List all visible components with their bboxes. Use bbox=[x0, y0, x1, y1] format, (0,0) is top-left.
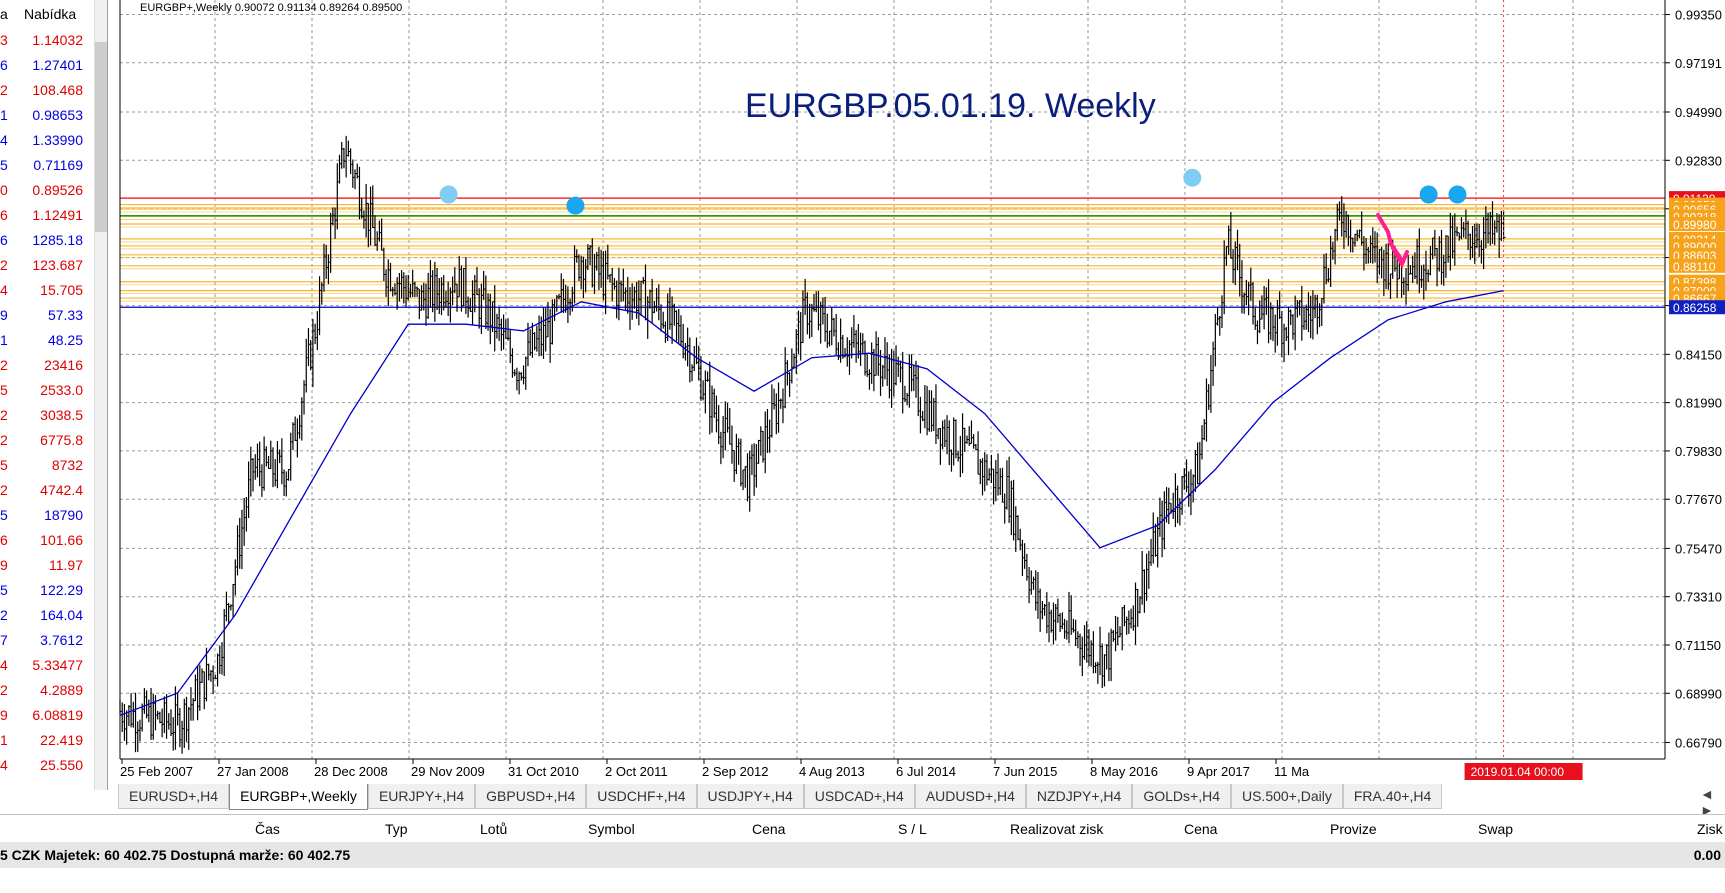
x-tick-label: 29 Nov 2009 bbox=[411, 764, 485, 779]
chart-tab[interactable]: EURGBP+,Weekly bbox=[229, 784, 368, 810]
x-tick-label: 2 Sep 2012 bbox=[702, 764, 769, 779]
cursor-date-label: 2019.01.04 00:00 bbox=[1471, 765, 1565, 779]
chart-tab[interactable]: GBPUSD+,H4 bbox=[475, 784, 587, 809]
price-label: 0.89980 bbox=[1673, 218, 1717, 232]
x-tick-label: 7 Jun 2015 bbox=[993, 764, 1057, 779]
y-tick-label: 0.68990 bbox=[1675, 686, 1722, 701]
marker-dot bbox=[1448, 185, 1467, 204]
terminal-column-header[interactable]: Typ bbox=[385, 821, 408, 837]
y-tick-label: 0.94990 bbox=[1675, 105, 1722, 120]
chart-tab[interactable]: NZDJPY+,H4 bbox=[1025, 784, 1133, 809]
y-tick-label: 0.81990 bbox=[1675, 396, 1722, 411]
terminal-column-header[interactable]: Zisk bbox=[1697, 821, 1723, 837]
marker-dot bbox=[566, 196, 585, 215]
x-tick-label: 2 Oct 2011 bbox=[605, 764, 668, 779]
x-tick-label: 8 May 2016 bbox=[1090, 764, 1158, 779]
x-tick-label: 28 Dec 2008 bbox=[314, 764, 388, 779]
price-label: 0.86258 bbox=[1673, 301, 1717, 315]
chart-info-line: EURGBP+,Weekly 0.90072 0.91134 0.89264 0… bbox=[140, 2, 402, 14]
marker-dot bbox=[1419, 185, 1438, 204]
x-tick-label: 11 Ma bbox=[1274, 764, 1310, 779]
chart-tab[interactable]: FRA.40+,H4 bbox=[1342, 784, 1443, 809]
terminal-column-header[interactable]: Symbol bbox=[588, 821, 635, 837]
terminal-column-header[interactable]: Swap bbox=[1478, 821, 1513, 837]
terminal-balance-row: 5 CZK Majetek: 60 402.75 Dostupná marže:… bbox=[0, 842, 1725, 868]
terminal-column-header[interactable]: Provize bbox=[1330, 821, 1377, 837]
terminal-column-header[interactable]: Čas bbox=[255, 821, 280, 837]
y-tick-label: 0.77670 bbox=[1675, 492, 1722, 507]
y-tick-label: 0.71150 bbox=[1675, 638, 1721, 653]
x-tick-label: 31 Oct 2010 bbox=[508, 764, 579, 779]
chart-tab[interactable]: US.500+,Daily bbox=[1230, 784, 1343, 809]
x-tick-label: 9 Apr 2017 bbox=[1187, 764, 1250, 779]
balance-text: 5 CZK Majetek: 60 402.75 Dostupná marže:… bbox=[0, 847, 351, 863]
status-area bbox=[0, 868, 1725, 893]
chart-tab[interactable]: EURUSD+,H4 bbox=[118, 784, 230, 809]
terminal-column-header[interactable]: Lotů bbox=[480, 821, 507, 837]
total-profit: 0.00 bbox=[1693, 847, 1721, 863]
x-tick-label: 25 Feb 2007 bbox=[120, 764, 193, 779]
chart-tab[interactable]: GOLDs+,H4 bbox=[1132, 784, 1231, 809]
y-tick-label: 0.97191 bbox=[1675, 56, 1722, 71]
mt4-window: a Nabídka 3 1.14032 6 1.27401 2 108.468 1 0.986… bbox=[0, 0, 1725, 893]
chart-tab[interactable]: AUDUSD+,H4 bbox=[914, 784, 1026, 809]
x-tick-label: 4 Aug 2013 bbox=[799, 764, 865, 779]
y-tick-label: 0.66790 bbox=[1675, 735, 1722, 750]
x-tick-label: 6 Jul 2014 bbox=[896, 764, 956, 779]
terminal-column-header[interactable]: Cena bbox=[752, 821, 785, 837]
y-tick-label: 0.75470 bbox=[1675, 541, 1722, 556]
x-tick-label: 27 Jan 2008 bbox=[217, 764, 289, 779]
chart-tab[interactable]: EURJPY+,H4 bbox=[367, 784, 476, 809]
y-tick-label: 0.92830 bbox=[1675, 153, 1722, 168]
chart-annotation: EURGBP.05.01.19. Weekly bbox=[745, 87, 1156, 125]
terminal-column-header[interactable]: S / L bbox=[898, 821, 927, 837]
price-label: 0.88110 bbox=[1673, 260, 1716, 274]
terminal-column-header[interactable]: Realizovat zisk bbox=[1010, 821, 1103, 837]
chart-tab[interactable]: USDJPY+,H4 bbox=[696, 784, 804, 809]
marker-dot bbox=[439, 185, 458, 204]
chart-tab[interactable]: USDCAD+,H4 bbox=[803, 784, 915, 809]
chart-tabs: EURUSD+,H4 EURGBP+,Weekly EURJPY+,H4 GBPUSD… bbox=[118, 784, 1443, 810]
y-tick-label: 0.99350 bbox=[1675, 8, 1722, 23]
price-chart[interactable]: 0.993500.971910.949900.928300.906600.884… bbox=[0, 0, 1725, 784]
y-tick-label: 0.73310 bbox=[1675, 590, 1722, 605]
y-tick-label: 0.79830 bbox=[1675, 444, 1722, 459]
terminal-header: Čas Typ Lotů Symbol Cena S / L Realizovat zisk… bbox=[0, 814, 1725, 842]
marker-dot bbox=[1183, 168, 1202, 187]
chart-tab[interactable]: USDCHF+,H4 bbox=[586, 784, 697, 809]
terminal-column-header[interactable]: Cena bbox=[1184, 821, 1217, 837]
y-tick-label: 0.84150 bbox=[1675, 347, 1722, 362]
